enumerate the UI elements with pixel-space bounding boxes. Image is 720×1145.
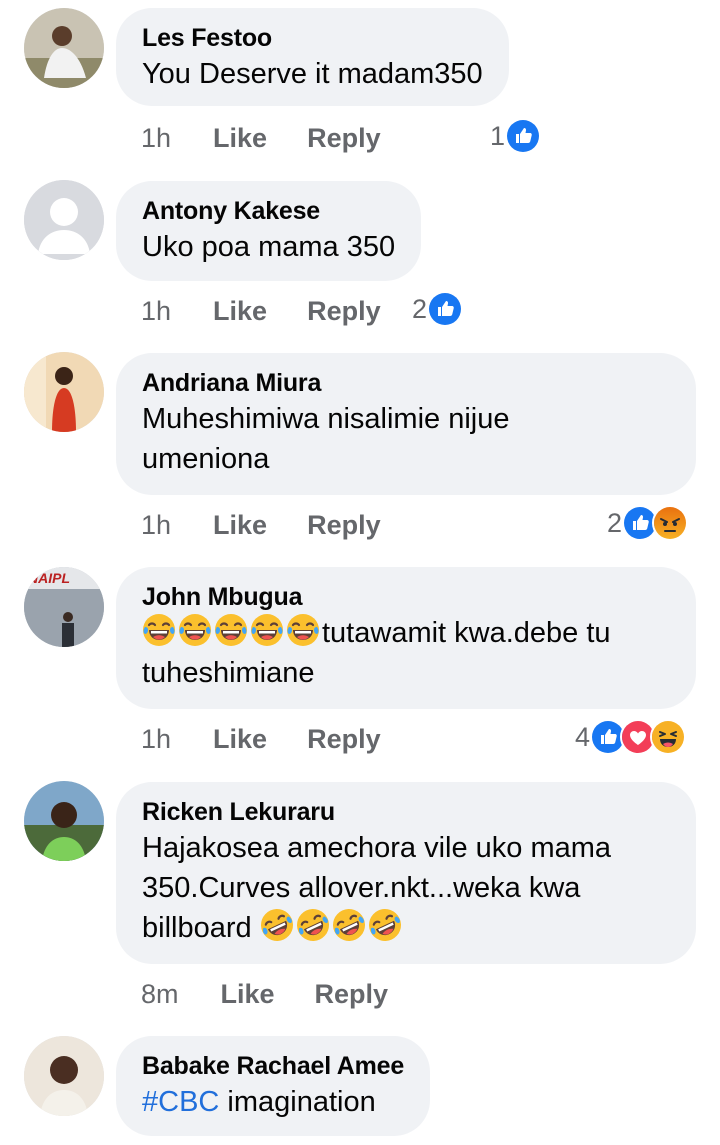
comment-bubble: Antony Kakese Uko poa mama 350 [116, 181, 422, 281]
comment-bubble: Babake Rachael Amee #CBC imagination [116, 1036, 431, 1136]
comment-text-line: tuheshimiane [142, 657, 315, 689]
comment-text: tutawamit kwa.debe tu [322, 617, 611, 649]
author-name[interactable]: Antony Kakese [142, 195, 395, 227]
comment-text-line: Hajakosea amechora vile uko mama [142, 832, 612, 864]
svg-text:NAIPL: NAIPL [28, 570, 70, 586]
reaction-summary[interactable]: 2 [412, 289, 464, 329]
comment-text-line: billboard [142, 908, 670, 948]
comment-text-line: umeniona [142, 443, 270, 475]
comment-bubble: John Mbugua tutawamit kwa.debe tu tuhesh… [116, 567, 696, 709]
timestamp[interactable]: 8m [141, 979, 179, 1010]
rofl-emoji-icon [296, 908, 330, 942]
timestamp[interactable]: 1h [141, 296, 171, 327]
comment-bubble: Andriana Miura Muheshimiwa nisalimie nij… [116, 353, 696, 495]
comment-actions: 1h Like Reply [141, 291, 421, 331]
avatar[interactable] [24, 1036, 104, 1116]
rofl-emoji-icon [260, 908, 294, 942]
like-reaction-icon [427, 291, 464, 327]
angry-reaction-icon [652, 505, 689, 541]
comment-text-rest: imagination [219, 1086, 376, 1118]
author-name[interactable]: Andriana Miura [142, 367, 670, 399]
comment-bubble: Les Festoo You Deserve it madam350 [116, 8, 509, 106]
author-name[interactable]: John Mbugua [142, 581, 670, 613]
comment-text-line: tutawamit kwa.debe tu [142, 613, 670, 653]
like-button[interactable]: Like [213, 724, 267, 755]
like-button[interactable]: Like [213, 296, 267, 327]
reply-button[interactable]: Reply [307, 123, 381, 154]
avatar[interactable] [24, 352, 104, 432]
comment-text: Uko poa mama 350 [142, 231, 396, 263]
reaction-count: 1 [490, 120, 506, 151]
like-button[interactable]: Like [213, 123, 267, 154]
comment-actions: 1h Like Reply [141, 719, 421, 759]
reaction-summary[interactable]: 1 [490, 116, 542, 156]
timestamp[interactable]: 1h [141, 510, 171, 541]
hashtag-link[interactable]: #CBC [142, 1086, 219, 1118]
rofl-emoji-icon [368, 908, 402, 942]
comment-actions: 8m Like Reply [141, 974, 428, 1014]
reaction-summary[interactable]: 4 [575, 717, 687, 757]
joy-emoji-icon [178, 613, 212, 647]
avatar[interactable] [24, 781, 104, 861]
like-reaction-icon [505, 118, 542, 154]
author-name[interactable]: Babake Rachael Amee [142, 1050, 404, 1082]
reply-button[interactable]: Reply [315, 979, 389, 1010]
comment-text-line: 350.Curves allover.nkt...weka kwa [142, 872, 581, 904]
reaction-summary[interactable]: 2 [607, 503, 689, 543]
reply-button[interactable]: Reply [307, 296, 381, 327]
reply-button[interactable]: Reply [307, 510, 381, 541]
comment-text-line: Muheshimiwa nisalimie nijue [142, 403, 510, 435]
haha-reaction-icon [650, 719, 687, 755]
rofl-emoji-icon [332, 908, 366, 942]
reply-button[interactable]: Reply [307, 724, 381, 755]
like-button[interactable]: Like [213, 510, 267, 541]
timestamp[interactable]: 1h [141, 123, 171, 154]
author-name[interactable]: Ricken Lekuraru [142, 796, 670, 828]
reaction-count: 2 [607, 507, 623, 538]
reaction-count: 2 [412, 293, 428, 324]
joy-emoji-icon [214, 613, 248, 647]
joy-emoji-icon [286, 613, 320, 647]
timestamp[interactable]: 1h [141, 724, 171, 755]
comment-actions: 1h Like Reply [141, 505, 421, 545]
comment-text: #CBC imagination [142, 1082, 404, 1122]
avatar[interactable] [24, 8, 104, 88]
avatar[interactable]: NAIPL [24, 567, 104, 647]
author-name[interactable]: Les Festoo [142, 22, 483, 54]
avatar[interactable] [24, 180, 104, 260]
comment-text: billboard [142, 912, 252, 944]
reaction-count: 4 [575, 721, 591, 752]
comment-actions: 1h Like Reply [141, 118, 421, 158]
like-button[interactable]: Like [221, 979, 275, 1010]
joy-emoji-icon [250, 613, 284, 647]
joy-emoji-icon [142, 613, 176, 647]
comment-bubble: Ricken Lekuraru Hajakosea amechora vile … [116, 782, 696, 964]
comment-text: You Deserve it madam350 [142, 58, 483, 90]
